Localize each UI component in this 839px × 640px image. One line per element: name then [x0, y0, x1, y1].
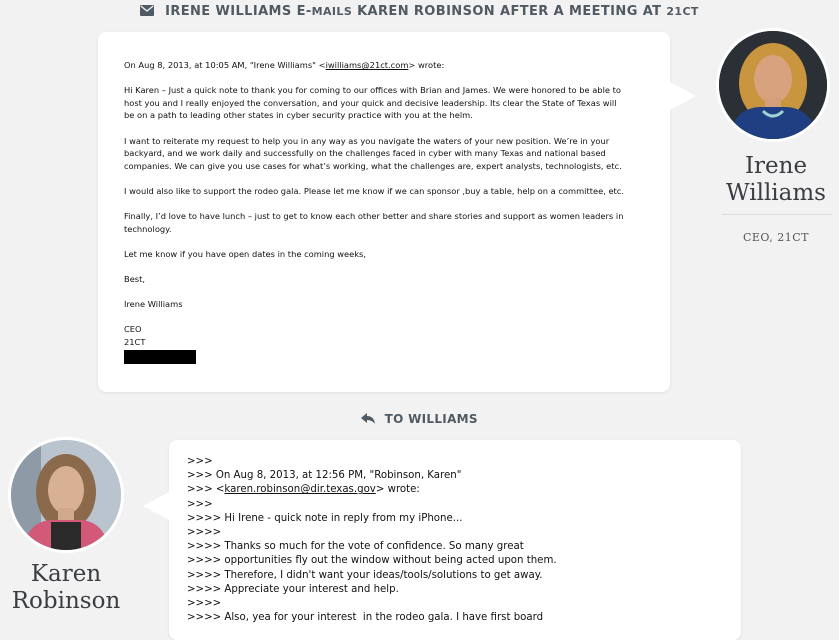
header-text-org: 21ct — [666, 5, 699, 18]
recipient-email-link[interactable]: karen.robinson@dir.texas.gov — [224, 484, 375, 495]
sender-first-name: Irene — [744, 153, 808, 179]
header-text-part2: mails — [311, 5, 353, 18]
sender-email-link[interactable]: iwilliams@21ct.com — [326, 60, 409, 70]
email-line: >>> — [187, 498, 213, 510]
divider — [722, 214, 832, 215]
email-line: Hi Karen – Just a quick note to thank yo… — [124, 85, 621, 96]
redaction-bar — [124, 349, 196, 364]
email-line: backyard, and we work daily and successf… — [124, 148, 606, 159]
signature-org: 21CT — [124, 337, 146, 348]
recipient-last-name: Robinson — [11, 588, 121, 614]
email-line: technology. — [124, 223, 172, 234]
email-signature-block: CEO 21CT — [124, 323, 652, 364]
email-line: >>>> — [187, 598, 222, 610]
email-line: Irene Williams — [124, 299, 183, 310]
avatar-irene-williams — [716, 28, 830, 142]
email-line: >>>> Thanks so much for the vote of conf… — [187, 541, 524, 553]
email-paragraph-3: I would also like to support the rodeo g… — [124, 185, 652, 198]
email-body-karen: >>> >>> On Aug 8, 2013, at 12:56 PM, "Rob… — [187, 455, 727, 625]
email-line: >>> On Aug 8, 2013, at 12:56 PM, "Robins… — [187, 470, 462, 482]
email-line: >>> — [187, 456, 213, 467]
sender-name: Irene Williams — [716, 153, 836, 207]
email-signature-name: Irene Williams — [124, 298, 652, 311]
email-paragraph-4: Finally, I’d love to have lunch – just t… — [124, 210, 652, 235]
email-line: >>>> Hi Irene - quick note in reply from… — [187, 512, 463, 524]
email-paragraph-1: Hi Karen – Just a quick note to thank yo… — [124, 84, 652, 122]
email-line: be on a path to leading other states in … — [124, 110, 473, 121]
recipient-name: Karen Robinson — [4, 561, 128, 615]
email-header-text-end: > wrote: — [408, 60, 445, 70]
email-line: >>>> Also, yea for your interest in the … — [187, 612, 544, 624]
email-line: I would also like to support the rodeo g… — [124, 185, 625, 196]
email-paragraph-2: I want to reiterate my request to help y… — [124, 135, 652, 173]
email-thread-header: Irene Williams e-mails Karen Robinson af… — [0, 4, 839, 20]
email-line-suffix: > wrote: — [375, 484, 420, 496]
email-line: I want to reiterate my request to help y… — [124, 135, 610, 146]
email-line-prefix: >>> < — [187, 484, 225, 496]
email-card-karen: >>> >>> On Aug 8, 2013, at 12:56 PM, "Rob… — [143, 440, 741, 640]
email-line: host you and I really enjoyed the conver… — [124, 97, 617, 108]
email-body-irene: On Aug 8, 2013, at 10:05 AM, "Irene Will… — [124, 59, 652, 364]
email-line: Finally, I’d love to have lunch – just t… — [124, 211, 624, 222]
recipient-first-name: Karen — [30, 561, 102, 587]
email-paragraph-5: Let me know if you have open dates in th… — [124, 248, 652, 261]
email-header-line: On Aug 8, 2013, at 10:05 AM, "Irene Will… — [124, 59, 652, 72]
reply-header-label: TO WILLIAMS — [384, 412, 478, 426]
email-line-address: >>> <karen.robinson@dir.texas.gov> wrote… — [187, 483, 727, 497]
email-line: companies. We can give you use cases for… — [124, 160, 622, 171]
header-text-part1: Irene Williams e- — [165, 4, 312, 19]
email-line: >>>> Appreciate your interest and help. — [187, 583, 399, 595]
header-text-part3: Karen Robinson after a meeting at — [352, 4, 667, 19]
email-line: Best, — [124, 274, 146, 285]
email-line: >>>> opportunities fly out the window wi… — [187, 555, 557, 567]
email-line: >>>> Therefore, I didn't want your ideas… — [187, 569, 543, 581]
sender-title: CEO, 21CT — [742, 231, 810, 244]
sender-last-name: Williams — [726, 180, 826, 206]
email-header-text: On Aug 8, 2013, at 10:05 AM, "Irene Will… — [124, 60, 326, 70]
reply-icon — [361, 413, 376, 427]
signature-title: CEO — [124, 324, 142, 335]
avatar-karen-robinson — [8, 437, 124, 553]
envelope-icon — [140, 5, 155, 20]
email-card-irene: On Aug 8, 2013, at 10:05 AM, "Irene Will… — [98, 32, 696, 392]
reply-header: TO WILLIAMS — [0, 412, 839, 427]
email-line: >>>> — [187, 527, 222, 539]
email-signoff: Best, — [124, 273, 652, 286]
email-line: Let me know if you have open dates in th… — [124, 248, 367, 259]
